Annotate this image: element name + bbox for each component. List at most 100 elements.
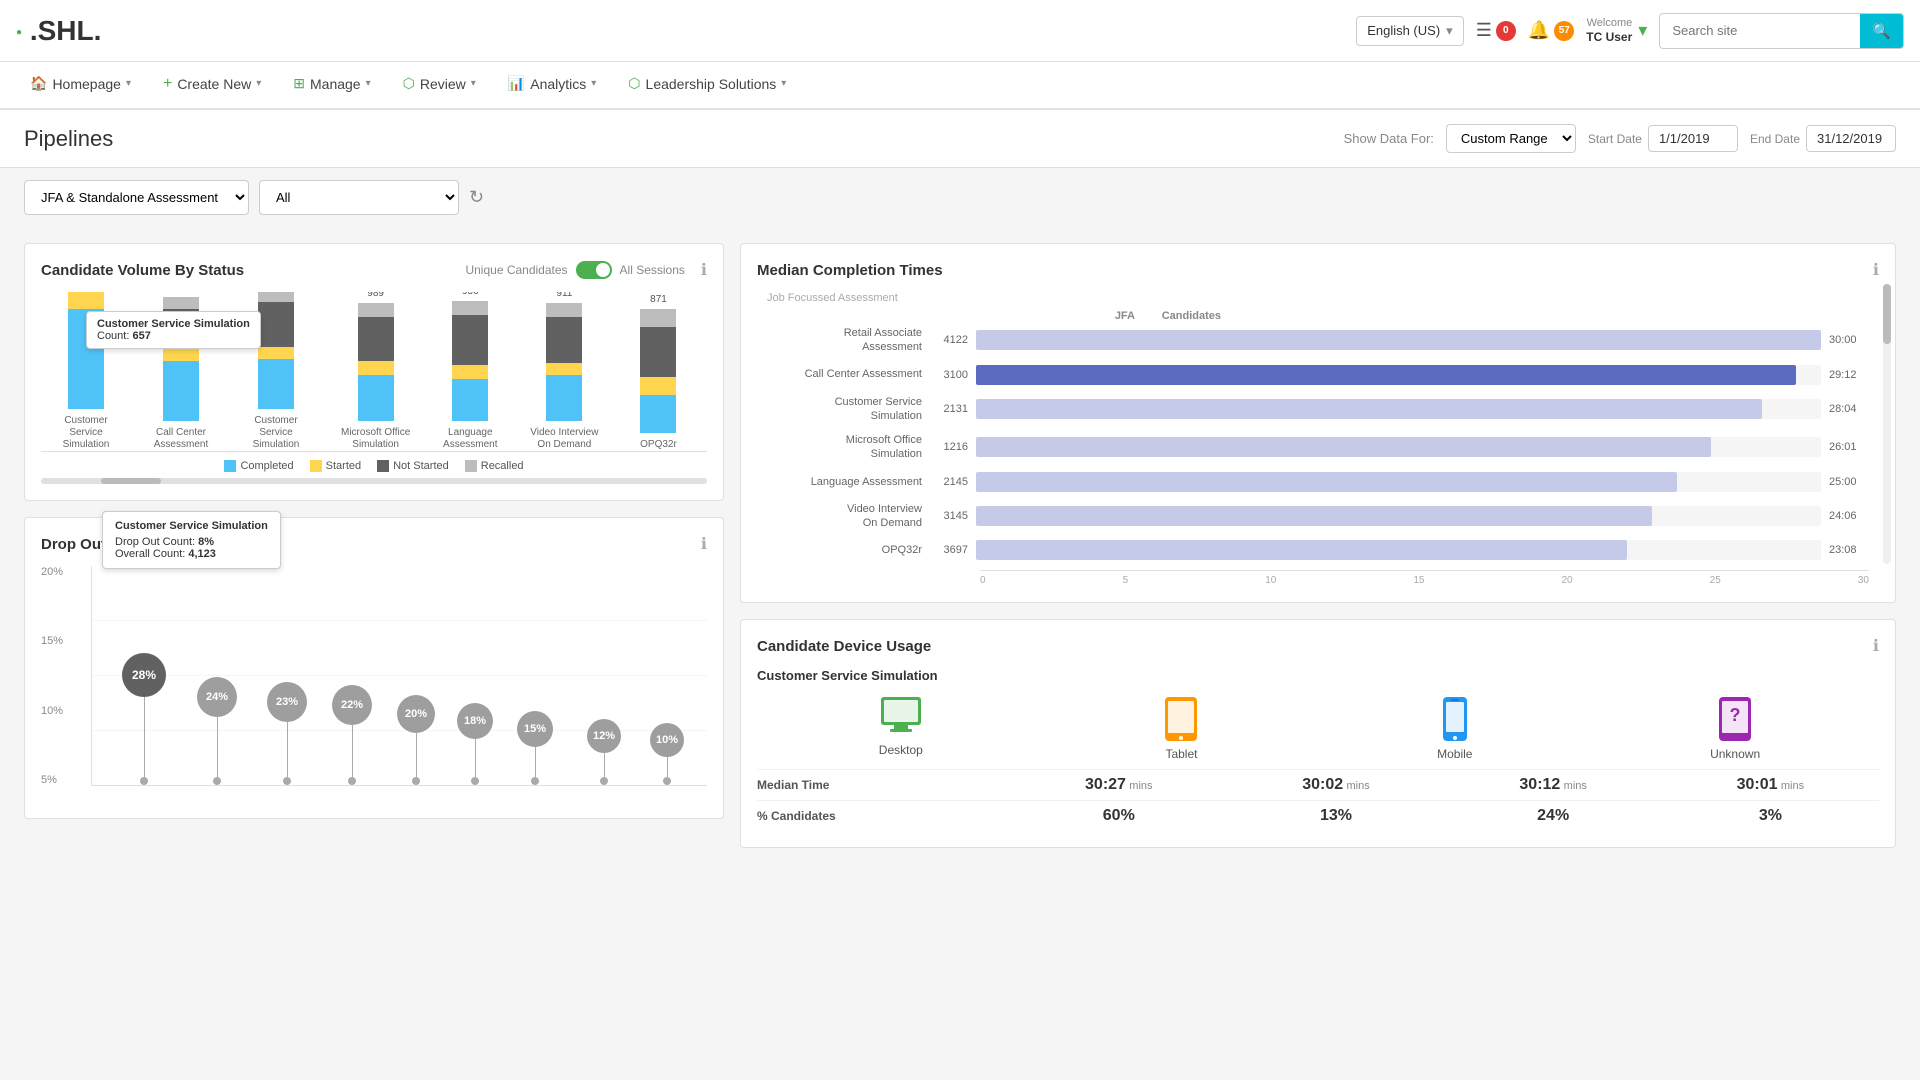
bar-chart-container: 2,123 Customer Service Simulation Count:…	[41, 292, 707, 484]
legend-started: Started	[310, 460, 361, 472]
bar-started-1	[68, 292, 104, 309]
start-date-value[interactable]: 1/1/2019	[1648, 125, 1738, 152]
mobile-time: 30:12 mins	[1445, 770, 1662, 801]
bar-count-2: 1,521	[168, 292, 193, 293]
search-button[interactable]: 🔍	[1860, 14, 1903, 48]
nav-item-review[interactable]: ⬡ Review ▾	[389, 61, 490, 109]
hbar-jfa-6: 3145	[930, 510, 968, 522]
hbar-time-2: 29:12	[1829, 369, 1869, 381]
bar-completed-5	[452, 379, 488, 421]
dropout-tooltip: Customer Service Simulation Drop Out Cou…	[102, 511, 281, 569]
logo-text: ● .SHL.	[16, 15, 101, 47]
nav-item-analytics[interactable]: 📊 Analytics ▾	[494, 61, 611, 109]
median-completion-card: Median Completion Times ℹ Job Focussed A…	[740, 243, 1896, 603]
bar-label-4: Microsoft OfficeSimulation	[341, 427, 410, 451]
hbar-label-5: Language Assessment	[767, 475, 922, 489]
search-input[interactable]	[1660, 15, 1860, 46]
alerts-icon-group[interactable]: 🔔 57	[1528, 20, 1574, 41]
hbar-row-5: Language Assessment 2145 25:00	[767, 472, 1869, 492]
bubble-line-7	[535, 747, 536, 777]
mobile-pct: 24%	[1445, 801, 1662, 832]
bubble-8: 12%	[587, 719, 621, 785]
right-scrollbar-thumb[interactable]	[1883, 284, 1891, 344]
bar-stack-7	[638, 309, 678, 433]
info-icon[interactable]: ℹ	[701, 260, 707, 280]
bar-stack-5	[450, 301, 490, 421]
desktop-pct-value: 60%	[1103, 807, 1135, 824]
bar-group-6: 911 Video InterviewOn Demand	[530, 292, 598, 451]
hbar-fill-4	[976, 437, 1711, 457]
hbar-track-6	[976, 506, 1821, 526]
bar-started-6	[546, 363, 582, 375]
chevron-down-icon: ▾	[256, 78, 261, 89]
legend-label-started: Started	[326, 460, 361, 472]
device-metric-row-time: Median Time 30:27 mins 30:02 mins 30:12 …	[757, 770, 1879, 801]
bar-label-7: OPQ32r	[640, 439, 677, 451]
hbar-label-6: Video InterviewOn Demand	[767, 502, 922, 531]
unknown-icon: ?	[1717, 695, 1753, 743]
hbar-time-6: 24:06	[1829, 510, 1869, 522]
top-right-controls: English (US) ▾ ☰ 0 🔔 57 Welcome TC User …	[1356, 13, 1904, 49]
candidate-volume-header: Candidate Volume By Status Unique Candid…	[41, 260, 707, 280]
nav-item-manage[interactable]: ⊞ Manage ▾	[279, 61, 384, 109]
tablet-icon	[1163, 695, 1199, 743]
nav-label-create-new: Create New	[177, 76, 251, 92]
bar-label-2: Call CenterAssessment	[154, 427, 208, 451]
bubble-dot-6	[471, 777, 479, 785]
nav-label-analytics: Analytics	[530, 76, 586, 92]
unknown-time: 30:01 mins	[1662, 770, 1879, 801]
refresh-button[interactable]: ↻	[469, 187, 484, 208]
device-unknown: ? Unknown	[1710, 695, 1760, 761]
hbar-track-7	[976, 540, 1821, 560]
hbar-track-3	[976, 399, 1821, 419]
hbar-fill-7	[976, 540, 1627, 560]
bar-recalled-5	[452, 301, 488, 315]
data-controls: Show Data For: Custom Range Start Date 1…	[1344, 124, 1896, 153]
bar-label-3: Customer ServiceSimulation	[241, 415, 311, 451]
bubble-circle-3: 23%	[267, 682, 307, 722]
assessment-filter-select[interactable]: All	[259, 180, 459, 215]
notifications-icon-group[interactable]: ☰ 0	[1476, 20, 1516, 41]
language-selector[interactable]: English (US) ▾	[1356, 16, 1464, 46]
bar-recalled-7	[640, 309, 676, 327]
list-icon: ☰	[1476, 20, 1492, 41]
nav-item-leadership[interactable]: ⬡ Leadership Solutions ▾	[614, 61, 800, 109]
date-range-select[interactable]: Custom Range	[1446, 124, 1576, 153]
candidate-volume-title: Candidate Volume By Status	[41, 262, 244, 279]
info-icon-device[interactable]: ℹ	[1873, 636, 1879, 656]
chart-scrollbar-thumb[interactable]	[101, 478, 161, 484]
bar-group-4: 989 Microsoft OfficeSimulation	[341, 292, 410, 451]
start-date-field: Start Date 1/1/2019	[1588, 125, 1738, 152]
tablet-time: 30:02 mins	[1227, 770, 1444, 801]
bar-group-1: 2,123 Customer Service Simulation Count:…	[51, 292, 121, 451]
bubble-line-5	[416, 733, 417, 777]
info-icon-median[interactable]: ℹ	[1873, 260, 1879, 280]
bar-group-7: 871 OPQ32r	[628, 294, 688, 451]
plus-icon: +	[163, 75, 172, 93]
bubble-2: 24%	[197, 677, 237, 785]
language-label: English (US)	[1367, 23, 1440, 38]
unknown-pct-value: 3%	[1759, 807, 1782, 824]
x-tick-10: 10	[1265, 575, 1276, 586]
mobile-time-unit: mins	[1564, 780, 1587, 792]
bar-recalled-2	[163, 297, 199, 309]
bar-started-5	[452, 365, 488, 379]
nav-item-homepage[interactable]: 🏠 Homepage ▾	[16, 61, 145, 109]
nav-item-create-new[interactable]: + Create New ▾	[149, 61, 275, 109]
legend-color-started	[310, 460, 322, 472]
unique-candidates-toggle[interactable]	[576, 261, 612, 279]
user-menu[interactable]: Welcome TC User ▾	[1586, 16, 1647, 46]
end-date-value[interactable]: 31/12/2019	[1806, 125, 1896, 152]
right-column: Median Completion Times ℹ Job Focussed A…	[740, 243, 1896, 848]
assessment-type-select[interactable]: JFA & Standalone Assessment	[24, 180, 249, 215]
bar-stack-1: Customer Service Simulation Count: 657	[66, 292, 106, 409]
bubble-circle-9: 10%	[650, 723, 684, 757]
bar-stack-4	[356, 303, 396, 421]
hbar-label-3: Customer ServiceSimulation	[767, 395, 922, 424]
legend-color-recalled	[465, 460, 477, 472]
welcome-text: Welcome TC User	[1586, 16, 1632, 46]
notifications-badge: 0	[1496, 21, 1516, 41]
info-icon-dropout[interactable]: ℹ	[701, 534, 707, 554]
bubble-line-8	[604, 753, 605, 777]
hbar-jfa-4: 1216	[930, 441, 968, 453]
